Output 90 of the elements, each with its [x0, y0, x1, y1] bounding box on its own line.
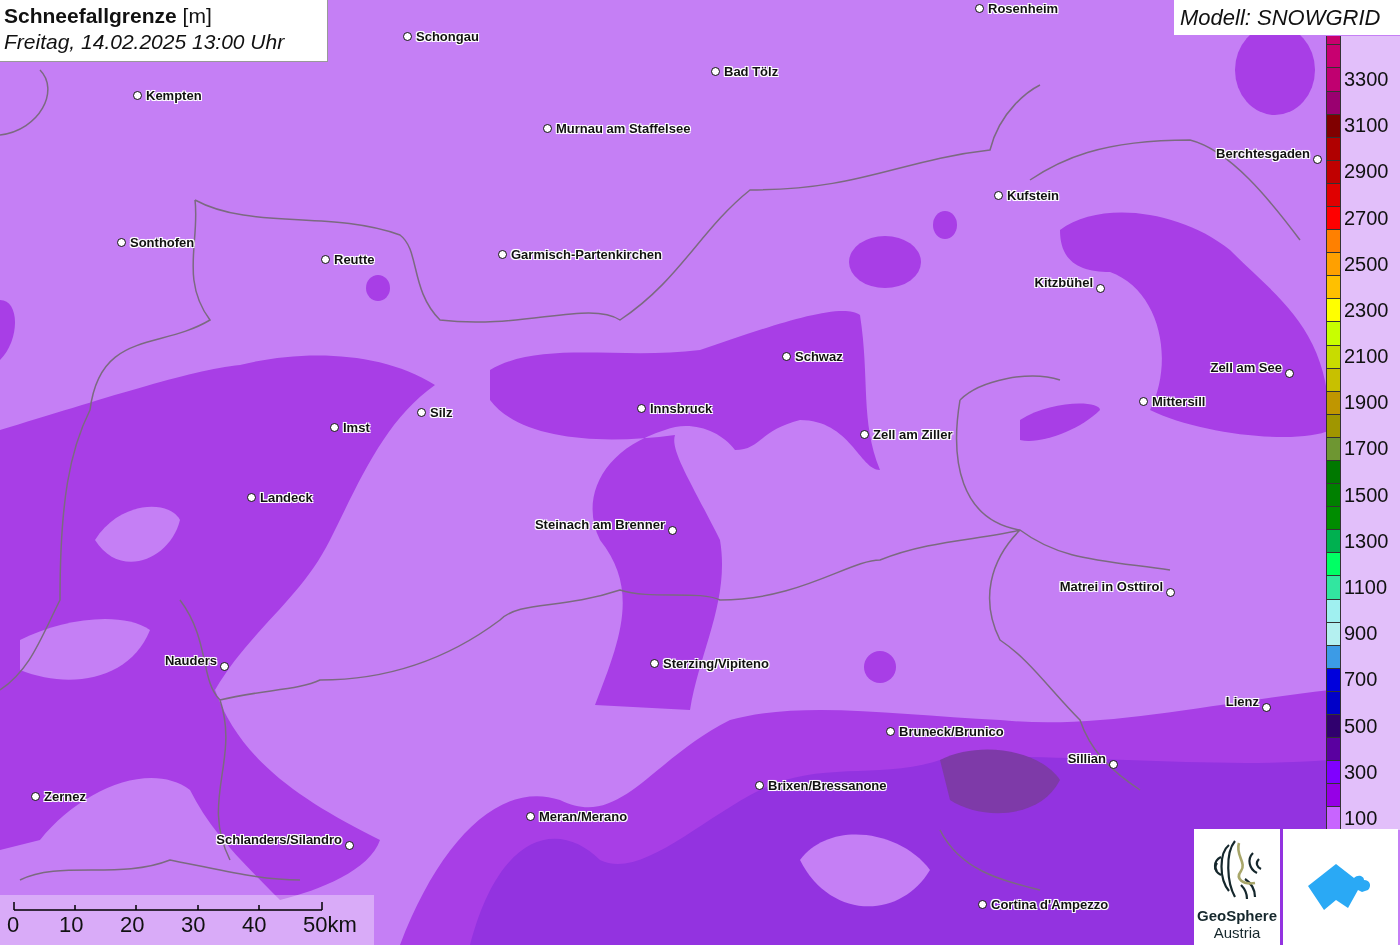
logo-country: Austria — [1213, 924, 1261, 942]
scale-label: 20 — [120, 911, 146, 939]
city-label: Berchtesgaden — [1216, 146, 1310, 162]
city-label: Kufstein — [1007, 188, 1059, 204]
legend-label: 1500 — [1344, 483, 1389, 507]
city-marker — [650, 659, 659, 668]
city-marker — [1262, 703, 1271, 712]
legend-label: 1700 — [1344, 437, 1389, 461]
city-marker — [1285, 369, 1294, 378]
city-label: Reutte — [334, 252, 375, 268]
city-marker — [755, 781, 764, 790]
scale-label: 40 — [242, 911, 268, 939]
city-marker — [526, 812, 535, 821]
city-label: Kempten — [146, 88, 202, 104]
city-label: Schwaz — [795, 349, 843, 365]
city-marker — [978, 900, 987, 909]
city-marker — [1166, 588, 1175, 597]
city-marker — [668, 526, 677, 535]
map-title: Schneefallgrenze [m] — [4, 3, 213, 29]
city-marker — [1109, 760, 1118, 769]
city-label: Mittersill — [1152, 394, 1206, 410]
city-label: Schongau — [416, 29, 479, 45]
city-label: Sonthofen — [130, 235, 195, 251]
model-label: Modell: SNOWGRID — [1174, 0, 1400, 35]
city-marker — [220, 662, 229, 671]
city-marker — [711, 67, 720, 76]
scale-label: 30 — [181, 911, 207, 939]
legend-label: 2300 — [1344, 298, 1389, 322]
city-label: Sterzing/Vipiteno — [663, 656, 769, 672]
city-marker — [345, 841, 354, 850]
city-label: Matrei in Osttirol — [1059, 579, 1163, 595]
legend-label: 700 — [1344, 668, 1378, 692]
city-marker — [886, 727, 895, 736]
city-label: Sillian — [1067, 751, 1106, 767]
legend-label: 1300 — [1344, 529, 1389, 553]
legend-label: 1900 — [1344, 391, 1389, 415]
city-label: Landeck — [260, 490, 313, 506]
scale-label: 50km — [303, 911, 357, 939]
city-label: Bad Tölz — [724, 64, 779, 80]
city-marker — [860, 430, 869, 439]
city-marker — [1139, 397, 1148, 406]
city-label: Zell am Ziller — [873, 427, 953, 443]
city-marker — [330, 423, 339, 432]
forecast-time: Freitag, 14.02.2025 13:00 Uhr — [4, 29, 286, 55]
city-marker — [321, 255, 330, 264]
city-label: Brixen/Bressanone — [768, 778, 887, 794]
legend-label: 3300 — [1344, 67, 1389, 91]
city-marker — [637, 404, 646, 413]
city-label: Schlanders/Silandro — [216, 832, 342, 848]
city-marker — [782, 352, 791, 361]
legend-label: 2500 — [1344, 252, 1389, 276]
city-marker — [543, 124, 552, 133]
city-label: Kitzbühel — [1034, 275, 1093, 291]
legend-label: 1100 — [1344, 576, 1387, 599]
city-label: Garmisch-Partenkirchen — [511, 247, 662, 263]
city-label: Imst — [343, 420, 370, 436]
city-marker — [403, 32, 412, 41]
city-label: Bruneck/Brunico — [899, 724, 1004, 740]
city-marker — [1096, 284, 1105, 293]
city-label: Rosenheim — [988, 1, 1059, 17]
city-label: Zell am See — [1210, 360, 1282, 376]
city-label: Innsbruck — [650, 401, 713, 417]
legend-label: 900 — [1344, 622, 1378, 646]
city-label: Zernez — [44, 789, 86, 805]
city-label: Steinach am Brenner — [534, 517, 665, 533]
scale-label: 10 — [59, 911, 85, 939]
scale-label: 0 — [7, 911, 21, 939]
city-marker — [975, 4, 984, 13]
city-label: Meran/Merano — [539, 809, 628, 825]
legend-label: 500 — [1344, 714, 1378, 738]
logo-name: GeoSphere — [1197, 907, 1277, 924]
legend-label: 300 — [1344, 760, 1378, 784]
city-marker — [117, 238, 126, 247]
city-marker — [247, 493, 256, 502]
city-label: Murnau am Staffelsee — [556, 121, 691, 137]
legend-label: 3100 — [1344, 114, 1389, 138]
city-marker — [994, 191, 1003, 200]
legend-label: 100 — [1344, 806, 1378, 830]
city-marker — [133, 91, 142, 100]
legend-label: 2900 — [1344, 160, 1389, 184]
city-marker — [1313, 155, 1322, 164]
legend-label: 2700 — [1344, 206, 1389, 230]
city-label: Lienz — [1225, 694, 1259, 710]
city-marker — [31, 792, 40, 801]
city-marker — [498, 250, 507, 259]
city-marker — [417, 408, 426, 417]
legend-label: 2100 — [1344, 345, 1389, 369]
city-label: Cortina d'Ampezzo — [991, 897, 1109, 913]
city-label: Silz — [430, 405, 453, 421]
city-label: Nauders — [164, 653, 217, 669]
